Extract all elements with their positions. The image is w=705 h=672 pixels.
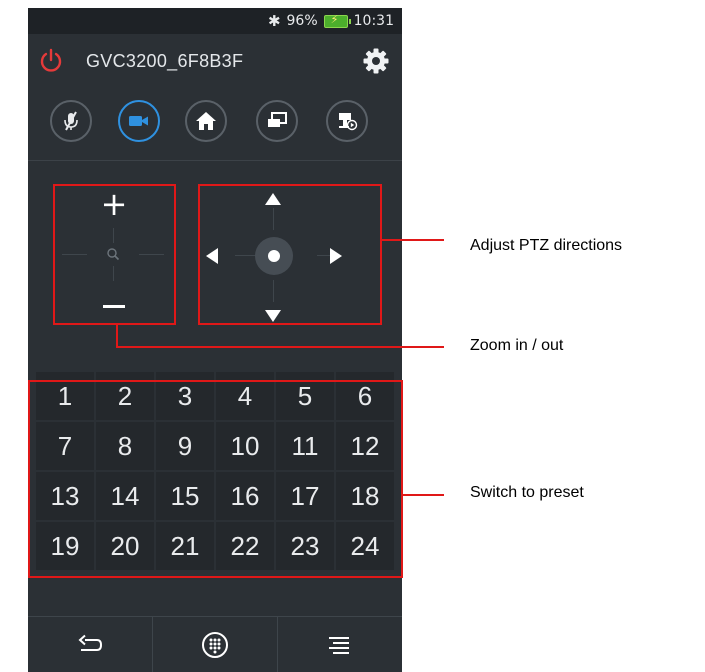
ptz-callout-line (382, 239, 444, 241)
bluetooth-icon: ✱ (267, 12, 281, 30)
menu-icon (329, 637, 349, 654)
zoom-callout-line (116, 346, 444, 348)
device-name: GVC3200_6F8B3F (86, 51, 244, 71)
mute-mic-button[interactable] (50, 100, 92, 142)
camera-preset-icon (339, 113, 358, 131)
dialpad-icon (202, 632, 228, 658)
gear-icon[interactable] (362, 47, 390, 75)
status-bar: ✱ 96% ⚡ 10:31 (28, 8, 402, 34)
video-camera-button[interactable] (118, 100, 160, 142)
preset-callout-line (403, 494, 444, 496)
preset-callout-label: Switch to preset (470, 484, 584, 501)
zoom-callout-line-vertical (116, 325, 118, 347)
menu-button[interactable] (278, 617, 402, 672)
status-indicators: ✱ 96% ⚡ 10:31 (268, 12, 394, 30)
clock: 10:31 (353, 13, 394, 29)
dialpad-button[interactable] (153, 617, 278, 672)
home-button[interactable] (185, 100, 227, 142)
ptz-callout-label: Adjust PTZ directions (470, 237, 623, 254)
home-icon (196, 112, 216, 130)
top-bar: GVC3200_6F8B3F (28, 34, 402, 90)
battery-icon: ⚡ (323, 13, 351, 28)
back-button[interactable] (28, 617, 153, 672)
display-button[interactable] (256, 100, 298, 142)
mode-toolbar (28, 92, 402, 161)
preset-highlight-box (28, 380, 403, 578)
video-camera-icon (129, 116, 148, 126)
bottom-navigation (28, 616, 402, 672)
back-arrow-icon (78, 634, 103, 651)
zoom-callout-label: Zoom in / out (470, 337, 564, 354)
display-icon (268, 112, 287, 127)
camera-preset-button[interactable] (326, 100, 368, 142)
zoom-highlight-box (53, 184, 176, 325)
power-icon[interactable] (38, 48, 64, 74)
mic-muted-icon (64, 111, 78, 131)
ptz-highlight-box (198, 184, 382, 325)
battery-percent: 96% (286, 13, 318, 29)
